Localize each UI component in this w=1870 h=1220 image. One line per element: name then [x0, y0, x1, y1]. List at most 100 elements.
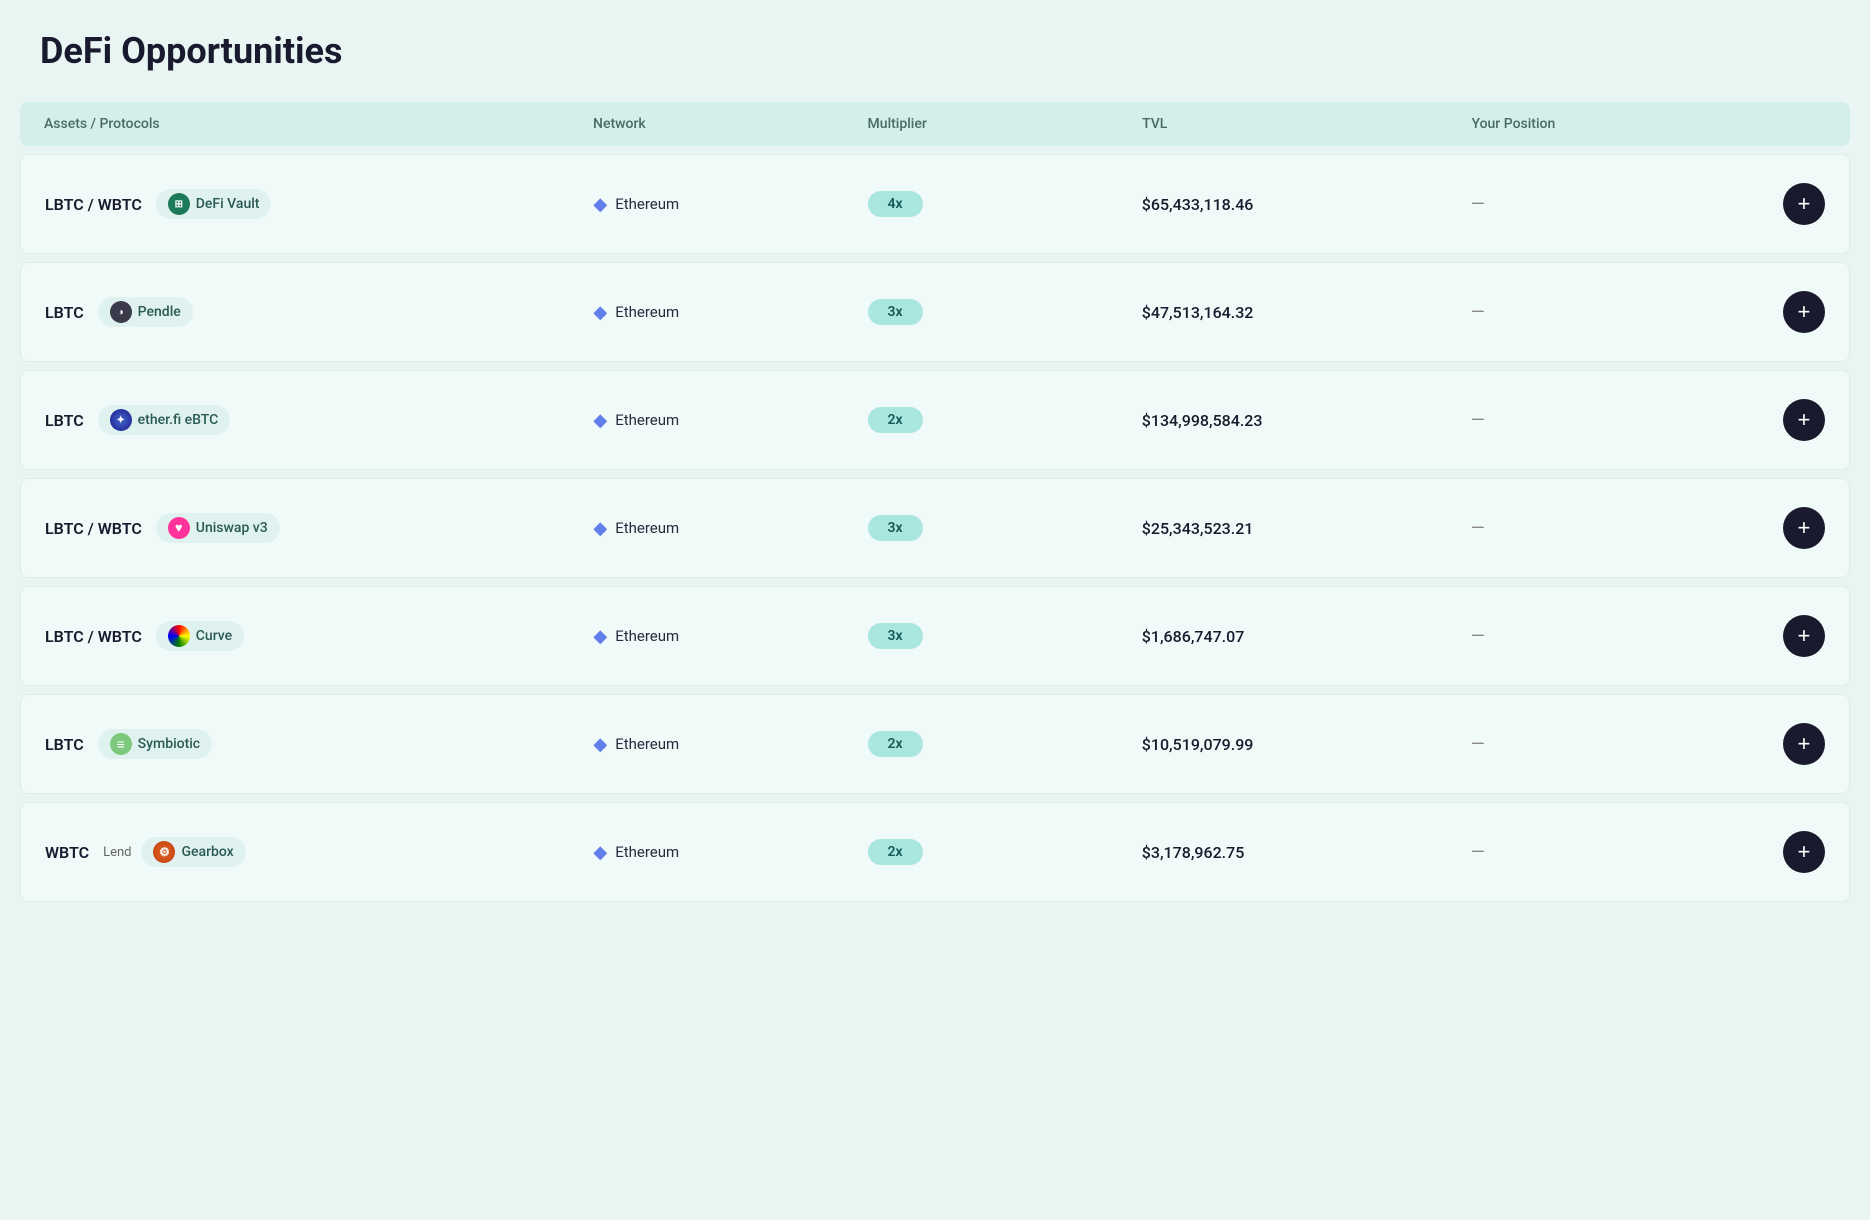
protocol-badge: ⊞ DeFi Vault — [156, 189, 272, 219]
protocol-name: ether.fi eBTC — [138, 412, 219, 428]
header-position: Your Position — [1471, 116, 1746, 132]
asset-cell: LBTC ✦ ether.fi eBTC — [45, 405, 593, 435]
multiplier-cell: 3x — [868, 623, 1142, 649]
tvl-cell: $47,513,164.32 — [1142, 303, 1471, 322]
network-cell: ◆ Ethereum — [593, 734, 867, 755]
ethereum-icon: ◆ — [593, 626, 607, 647]
multiplier-badge: 2x — [868, 407, 923, 433]
protocol-name: DeFi Vault — [196, 196, 260, 212]
multiplier-cell: 2x — [868, 407, 1142, 433]
network-name: Ethereum — [615, 303, 679, 321]
multiplier-badge: 2x — [868, 839, 923, 865]
header-multiplier: Multiplier — [868, 116, 1143, 132]
protocol-badge: ≡ Symbiotic — [98, 729, 212, 759]
ethereum-icon: ◆ — [593, 194, 607, 215]
asset-name: LBTC / WBTC — [45, 519, 142, 538]
protocol-badge: Curve — [156, 621, 244, 651]
table-row: WBTC Lend ⚙ Gearbox ◆ Ethereum 2x $3,178… — [20, 802, 1850, 902]
network-cell: ◆ Ethereum — [593, 194, 867, 215]
protocol-icon-pendle: ◑ — [110, 301, 132, 323]
tvl-cell: $134,998,584.23 — [1142, 411, 1471, 430]
multiplier-badge: 3x — [868, 623, 923, 649]
network-cell: ◆ Ethereum — [593, 302, 867, 323]
asset-cell: LBTC / WBTC ⊞ DeFi Vault — [45, 189, 593, 219]
multiplier-badge: 2x — [868, 731, 923, 757]
table-row: LBTC ≡ Symbiotic ◆ Ethereum 2x $10,519,0… — [20, 694, 1850, 794]
position-cell: — — [1471, 734, 1745, 755]
position-cell: — — [1471, 626, 1745, 647]
multiplier-cell: 2x — [868, 839, 1142, 865]
protocol-name: Curve — [196, 628, 232, 644]
header-network: Network — [593, 116, 868, 132]
multiplier-badge: 3x — [868, 515, 923, 541]
page-title: DeFi Opportunities — [20, 30, 1850, 72]
asset-name: LBTC — [45, 303, 84, 322]
asset-name: LBTC — [45, 411, 84, 430]
protocol-icon-symbiotic: ≡ — [110, 733, 132, 755]
ethereum-icon: ◆ — [593, 518, 607, 539]
protocol-name: Uniswap v3 — [196, 520, 268, 536]
tvl-cell: $10,519,079.99 — [1142, 735, 1471, 754]
network-name: Ethereum — [615, 519, 679, 537]
asset-cell: LBTC ◑ Pendle — [45, 297, 593, 327]
protocol-name: Pendle — [138, 304, 181, 320]
protocol-badge: ✦ ether.fi eBTC — [98, 405, 231, 435]
protocol-badge: ♥ Uniswap v3 — [156, 513, 280, 543]
position-cell: — — [1471, 194, 1745, 215]
asset-name: LBTC / WBTC — [45, 627, 142, 646]
position-cell: — — [1471, 842, 1745, 863]
asset-name: LBTC / WBTC — [45, 195, 142, 214]
protocol-name: Gearbox — [181, 844, 233, 860]
add-button[interactable]: + — [1783, 831, 1825, 873]
protocol-badge: ◑ Pendle — [98, 297, 193, 327]
defi-table: Assets / Protocols Network Multiplier TV… — [20, 102, 1850, 902]
protocol-badge: ⚙ Gearbox — [141, 837, 245, 867]
ethereum-icon: ◆ — [593, 410, 607, 431]
table-row: LBTC ◑ Pendle ◆ Ethereum 3x $47,513,164.… — [20, 262, 1850, 362]
add-button[interactable]: + — [1783, 291, 1825, 333]
tvl-cell: $3,178,962.75 — [1142, 843, 1471, 862]
asset-name: LBTC — [45, 735, 84, 754]
header-action — [1746, 116, 1826, 132]
protocol-icon-etherfi: ✦ — [110, 409, 132, 431]
network-name: Ethereum — [615, 411, 679, 429]
multiplier-badge: 4x — [868, 191, 923, 217]
add-button[interactable]: + — [1783, 615, 1825, 657]
header-tvl: TVL — [1142, 116, 1471, 132]
asset-cell: WBTC Lend ⚙ Gearbox — [45, 837, 593, 867]
asset-cell: LBTC ≡ Symbiotic — [45, 729, 593, 759]
network-name: Ethereum — [615, 735, 679, 753]
network-name: Ethereum — [615, 843, 679, 861]
table-header: Assets / Protocols Network Multiplier TV… — [20, 102, 1850, 146]
table-row: LBTC / WBTC ♥ Uniswap v3 ◆ Ethereum 3x $… — [20, 478, 1850, 578]
table-row: LBTC / WBTC Curve ◆ Ethereum 3x $1,686,7… — [20, 586, 1850, 686]
network-name: Ethereum — [615, 627, 679, 645]
ethereum-icon: ◆ — [593, 734, 607, 755]
multiplier-badge: 3x — [868, 299, 923, 325]
ethereum-icon: ◆ — [593, 842, 607, 863]
table-row: LBTC / WBTC ⊞ DeFi Vault ◆ Ethereum 4x $… — [20, 154, 1850, 254]
lend-label: Lend — [103, 845, 131, 860]
network-cell: ◆ Ethereum — [593, 626, 867, 647]
table-row: LBTC ✦ ether.fi eBTC ◆ Ethereum 2x $134,… — [20, 370, 1850, 470]
multiplier-cell: 3x — [868, 299, 1142, 325]
add-button[interactable]: + — [1783, 507, 1825, 549]
multiplier-cell: 3x — [868, 515, 1142, 541]
add-button[interactable]: + — [1783, 399, 1825, 441]
protocol-icon-gearbox: ⚙ — [153, 841, 175, 863]
asset-name: WBTC — [45, 843, 89, 862]
network-cell: ◆ Ethereum — [593, 842, 867, 863]
tvl-cell: $1,686,747.07 — [1142, 627, 1471, 646]
add-button[interactable]: + — [1783, 183, 1825, 225]
position-cell: — — [1471, 302, 1745, 323]
protocol-icon-defi-vault: ⊞ — [168, 193, 190, 215]
protocol-name: Symbiotic — [138, 736, 200, 752]
ethereum-icon: ◆ — [593, 302, 607, 323]
asset-cell: LBTC / WBTC ♥ Uniswap v3 — [45, 513, 593, 543]
network-cell: ◆ Ethereum — [593, 410, 867, 431]
network-name: Ethereum — [615, 195, 679, 213]
multiplier-cell: 4x — [868, 191, 1142, 217]
protocol-icon-curve — [168, 625, 190, 647]
asset-cell: LBTC / WBTC Curve — [45, 621, 593, 651]
add-button[interactable]: + — [1783, 723, 1825, 765]
